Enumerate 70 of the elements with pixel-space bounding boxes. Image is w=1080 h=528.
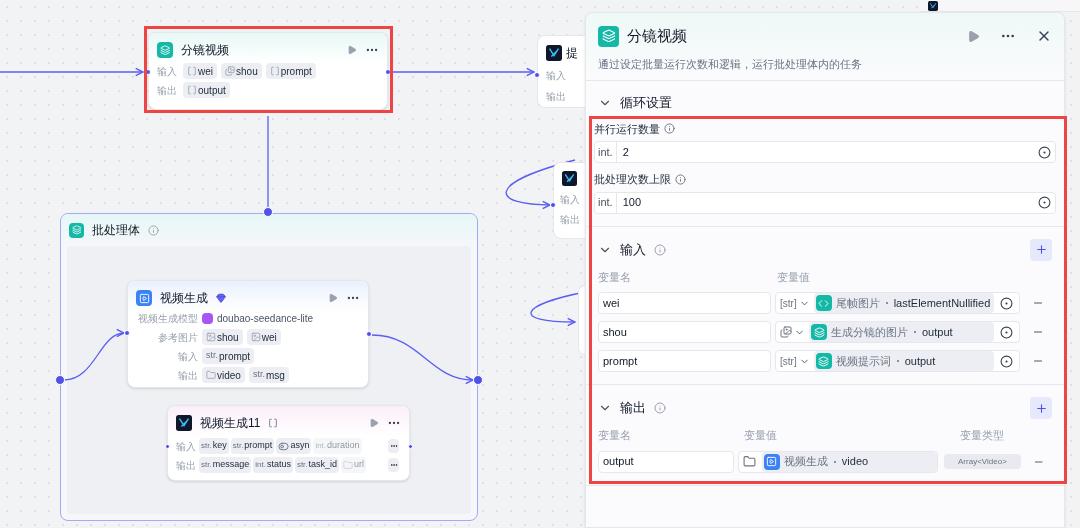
row-label: 输入 — [560, 193, 581, 207]
variable-tag: str.key — [199, 438, 229, 454]
value-field[interactable]: 生成分镜的图片 output — [775, 321, 1020, 343]
column-header: 变量值 — [777, 269, 810, 285]
panel-title: 分镜视频 — [627, 26, 687, 46]
row-label: 输入 — [176, 439, 196, 454]
row-label: 输出 — [546, 90, 567, 104]
source-label: 视频提示词 — [835, 353, 891, 369]
type-badge: Array<Video> — [944, 454, 1021, 469]
name-field[interactable]: prompt — [598, 350, 771, 372]
node-card[interactable]: 视频生成 视频生成模型 doubao-seedance-lite 参考图片 shou wei 输入 str.prompt 输出 video str.msg — [127, 280, 369, 388]
section-title: 输入 — [620, 240, 646, 259]
name-field[interactable]: output — [598, 450, 734, 473]
variable-tag: shou — [221, 63, 262, 79]
node-card[interactable]: 提 输入 输出 — [537, 35, 585, 108]
row-label: 输入 — [546, 69, 567, 83]
row-label: 输出 — [157, 83, 178, 98]
column-header: 变量值 — [744, 428, 778, 443]
number-field[interactable]: int. 100 — [594, 191, 1056, 214]
source-field: video — [841, 453, 869, 470]
node-title: 提 — [566, 45, 578, 62]
variable-tag: wei — [246, 329, 281, 345]
field-label: 并行运行数量 — [594, 121, 660, 137]
variable-tag: str.prompt — [230, 438, 275, 454]
column-header: 变量类型 — [960, 428, 1004, 443]
variable-tag: video — [202, 367, 245, 383]
value-field[interactable]: [str] 视频提示词 output — [775, 350, 1020, 372]
variable-tag: str.task_id — [294, 457, 340, 473]
source-field: output — [922, 323, 953, 341]
field-label: 批处理次数上限 — [594, 172, 671, 187]
node-title: 分镜视频 — [181, 42, 229, 59]
row-label: 输入 — [157, 64, 178, 79]
container-title: 批处理体 — [92, 222, 140, 239]
source-field: output — [904, 352, 936, 370]
variable-tag: asyn — [276, 438, 312, 454]
source-label: 尾帧图片 — [835, 295, 880, 311]
variable-tag: output — [183, 82, 230, 98]
node-card[interactable]: 视频生成11 输入 str.key str.prompt asyn int.duration 输出 str.message int.status str.task_id url — [167, 405, 410, 481]
row-label: 输入 — [177, 349, 198, 364]
number-field[interactable]: int. 2 — [594, 141, 1056, 163]
source-label: 视频生成 — [783, 454, 828, 470]
model-name: doubao-seedance-lite — [217, 312, 314, 326]
row-label: 视频生成模型 — [137, 312, 198, 326]
name-field[interactable]: wei — [598, 292, 771, 314]
variable-tag: str.msg — [248, 367, 289, 383]
panel-description: 通过设定批量运行次数和逻辑，运行批处理体内的任务 — [598, 56, 863, 72]
section-title: 输出 — [620, 399, 646, 418]
node-title: 视频生成11 — [200, 415, 261, 432]
row-label: 输出 — [177, 368, 198, 383]
row-label: 参考图片 — [157, 330, 198, 345]
value-field[interactable]: 视频生成 video — [737, 450, 939, 473]
variable-tag: prompt — [265, 63, 316, 79]
row-label: 输出 — [176, 458, 196, 473]
section-title: 循环设置 — [620, 94, 672, 112]
value-field[interactable]: [str] 尾帧图片 lastElementNullified — [775, 292, 1020, 314]
variable-tag: int.duration — [313, 438, 362, 454]
source-label: 生成分镜的图片 — [831, 324, 908, 340]
node-card[interactable]: 分镜视频 输入 wei shou prompt 输出 output — [148, 32, 388, 110]
source-field: lastElementNullified — [893, 294, 991, 312]
variable-tag: wei — [183, 63, 217, 79]
node-title: 视频生成 — [160, 290, 208, 307]
row-label: 输出 — [560, 213, 581, 227]
variable-tag: str.message — [199, 457, 252, 473]
name-field[interactable]: shou — [598, 321, 771, 343]
variable-tag: str.prompt — [202, 348, 255, 364]
column-header: 变量名 — [598, 428, 632, 443]
variable-tag: url — [341, 457, 367, 473]
column-header: 变量名 — [598, 269, 632, 285]
variable-tag: int.status — [253, 457, 293, 473]
variable-tag: shou — [202, 329, 243, 345]
